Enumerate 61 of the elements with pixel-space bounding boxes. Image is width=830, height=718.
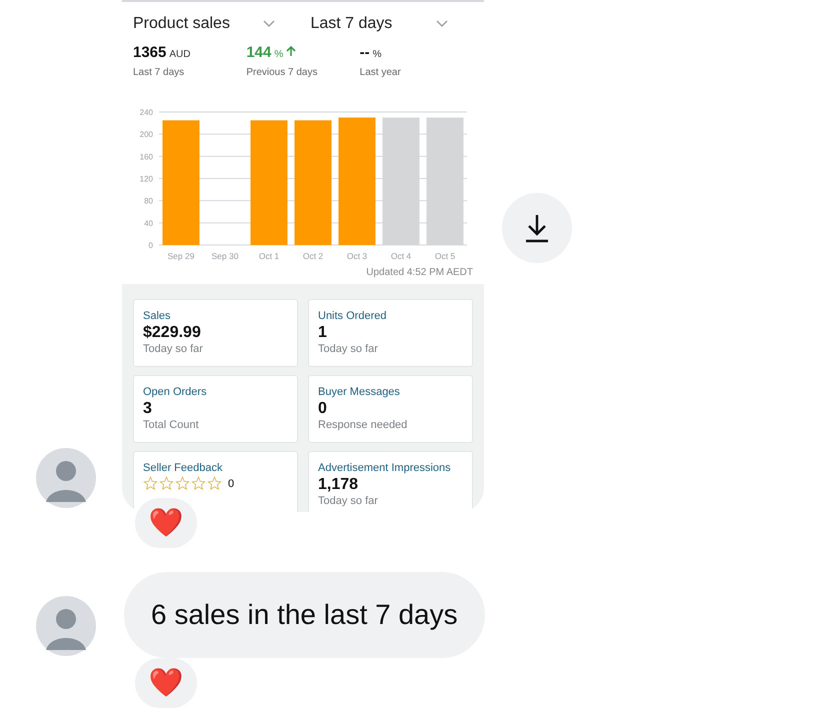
reaction-badge[interactable]: ❤ [135,658,197,708]
card-title: Open Orders [143,384,208,398]
x-tick-label: Sep 30 [212,250,238,260]
card-value: $229.99 [143,322,202,342]
summary-unit: % [274,48,284,62]
card-note: Response needed [318,418,408,432]
y-tick-label: 200 [140,130,153,139]
y-tick-label: 0 [148,240,153,250]
card-value: 0 [318,398,328,418]
summary-unit: AUD [169,48,190,62]
reaction-badge[interactable]: ❤ [135,498,197,548]
card-title: Sales [143,308,172,322]
card-title: Advertisement Impressions [318,460,452,474]
star-icon [143,476,158,492]
arrow-up-icon [286,46,296,57]
star-icon [191,476,206,492]
summary-value: -- [360,43,370,63]
stat-card[interactable]: Advertisement Impressions 1,178 Today so far [308,450,473,512]
y-tick-label: 160 [140,152,153,161]
chevron-down-icon [436,20,448,28]
card-value: 1 [318,322,328,342]
y-tick-label: 40 [144,218,153,228]
card-value: 3 [143,398,153,418]
summary-value: 144 [246,43,272,63]
x-tick-label: Sep 29 [168,250,194,260]
summary-value: 1365 [133,43,166,63]
star-icon [175,476,190,492]
x-tick-label: Oct 4 [390,250,412,260]
chevron-down-icon [263,20,276,28]
card-title: Seller Feedback [143,460,224,474]
metric-dropdown[interactable]: Product sales [133,12,300,36]
summary-label: Last year [360,66,402,80]
avatar [36,448,96,508]
summary-unit: % [372,48,382,62]
card-note: Total Count [143,418,200,432]
y-tick-label: 120 [140,174,153,183]
x-tick-label: Oct 5 [434,250,456,260]
stat-card[interactable]: Sales $229.99 Today so far [133,298,298,366]
card-title: Buyer Messages [318,384,401,398]
updated-time: Updated 4:52 PM AEDT [366,266,473,280]
x-tick-label: Oct 1 [258,250,280,260]
card-title: Units Ordered [318,308,388,322]
rating-count: 0 [228,476,234,492]
summary-label: Previous 7 days [246,66,318,80]
summary-label: Last 7 days [133,66,186,80]
stat-card[interactable]: Buyer Messages 0 Response needed [308,374,473,442]
y-tick-label: 240 [140,108,153,116]
x-tick-label: Oct 3 [346,250,368,260]
stat-card[interactable]: Units Ordered 1 Today so far [308,298,473,366]
card-value: 1,178 [318,474,360,494]
card-note: Today so far [318,342,379,356]
card-note: Today so far [143,342,204,356]
star-icon [159,476,174,492]
x-tick-label: Oct 2 [302,250,324,260]
star-icon [207,476,222,492]
avatar [36,596,96,656]
card-note: Today so far [318,494,379,508]
period-dropdown[interactable]: Last 7 days [300,12,473,36]
stat-card[interactable]: Open Orders 3 Total Count [133,374,298,442]
message-bubble: 6 sales in the last 7 days [124,572,485,658]
y-tick-label: 80 [144,196,153,206]
